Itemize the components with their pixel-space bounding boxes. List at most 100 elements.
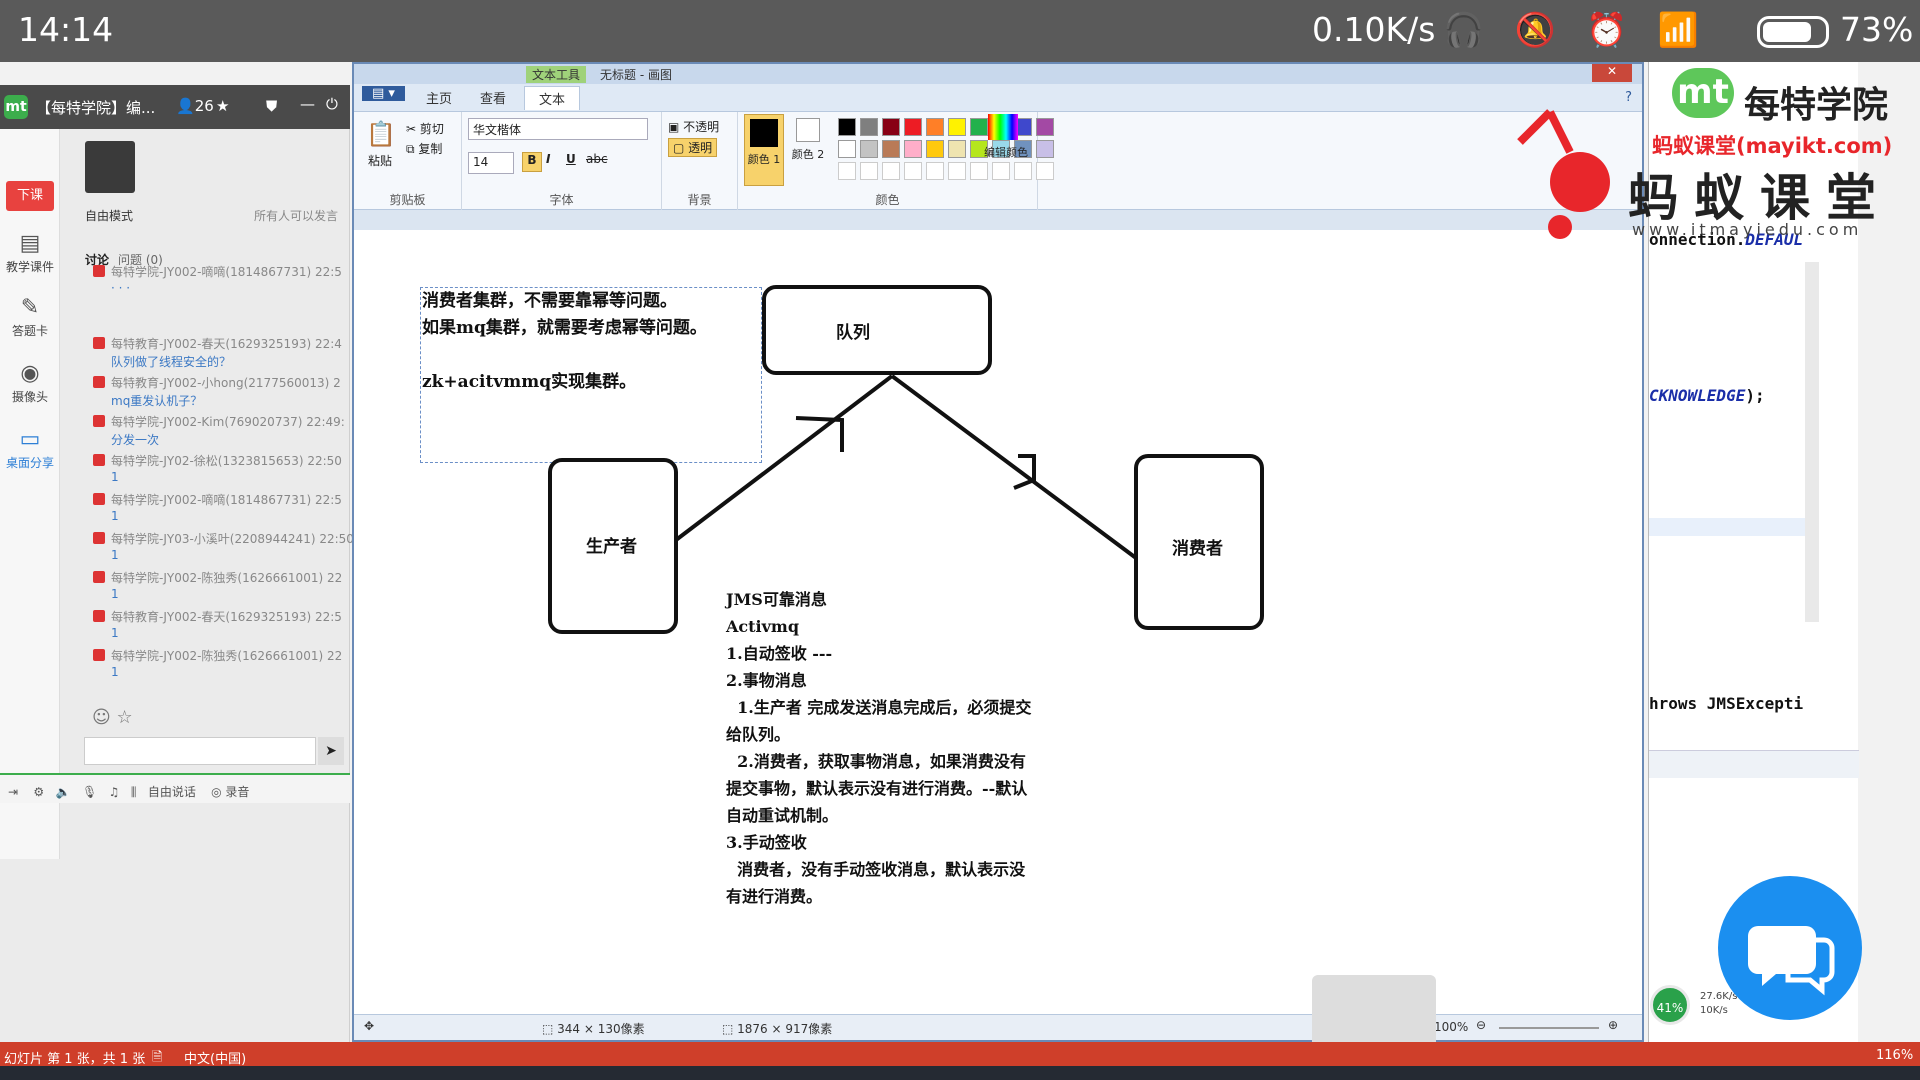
custom-swatch[interactable] <box>882 162 900 180</box>
palette-swatch[interactable] <box>860 118 878 136</box>
custom-swatch[interactable] <box>860 162 878 180</box>
color1-button[interactable]: 颜色 1 <box>744 114 784 186</box>
qq-classroom-panel: mt 【每特学院】编... 👤26 ★ ⛊ — ⏻ 下课 ▤ 教学课件 ✎ 答题卡 … <box>0 85 358 1045</box>
paste-icon[interactable]: 📋 <box>366 120 396 148</box>
chat-message: 1 <box>111 665 119 679</box>
monitor-icon: ▭ <box>19 427 41 452</box>
move-icon: ✥ <box>364 1019 375 1033</box>
gift-icon <box>93 415 105 427</box>
custom-swatch[interactable] <box>904 162 922 180</box>
custom-swatch[interactable] <box>1014 162 1032 180</box>
music-icon[interactable]: ♫ <box>109 785 120 799</box>
settings-icon[interactable]: ⚙ <box>33 785 44 799</box>
member-count: 26 <box>194 97 214 115</box>
strikethrough-button[interactable]: abc <box>586 152 608 166</box>
palette-swatch[interactable] <box>860 140 878 158</box>
teacher-avatar[interactable] <box>85 141 135 193</box>
send-icon[interactable]: ➤ <box>318 737 344 765</box>
custom-swatch[interactable] <box>948 162 966 180</box>
transparent-button[interactable]: ▢ 透明 <box>668 138 718 157</box>
palette-swatch[interactable] <box>838 118 856 136</box>
paint-menu-button[interactable]: ▤ ▾ <box>362 86 405 101</box>
chat-bubble-icon <box>1748 926 1835 996</box>
palette-swatch[interactable] <box>1036 118 1054 136</box>
palette-swatch[interactable] <box>904 118 922 136</box>
paste-button[interactable]: 粘贴 <box>368 152 392 169</box>
custom-swatch[interactable] <box>926 162 944 180</box>
mic-icon[interactable]: 🎙 <box>82 785 97 799</box>
mt-logo-icon: mt <box>4 95 28 119</box>
custom-swatch[interactable] <box>992 162 1010 180</box>
brand-url: www.itmayiedu.com <box>1632 220 1863 239</box>
chat-input[interactable] <box>84 737 316 765</box>
power-icon[interactable]: ⏻ <box>326 95 338 113</box>
edit-colors-icon[interactable] <box>988 114 1018 140</box>
font-family-select[interactable]: 华文楷体 <box>468 118 648 140</box>
zoom-slider[interactable] <box>1499 1027 1599 1029</box>
palette-swatch[interactable] <box>904 140 922 158</box>
nav-camera[interactable]: ◉ 摄像头 <box>0 361 60 405</box>
windows-taskbar <box>0 1066 1920 1080</box>
chat-bubble-button[interactable] <box>1718 876 1862 1020</box>
chat-sender: 每特教育-JY002-春天(1629325193) 22:5 <box>111 610 342 624</box>
nav-courseware[interactable]: ▤ 教学课件 <box>0 231 60 275</box>
tab-view[interactable]: 查看 <box>480 88 506 107</box>
nav-answer-card[interactable]: ✎ 答题卡 <box>0 295 60 339</box>
palette-swatch[interactable] <box>838 140 856 158</box>
palette-swatch[interactable] <box>948 118 966 136</box>
palette-swatch[interactable] <box>970 118 988 136</box>
edit-colors-button[interactable]: 编辑颜色 <box>984 144 1028 160</box>
palette-swatch[interactable] <box>926 118 944 136</box>
custom-swatch[interactable] <box>1036 162 1054 180</box>
palette-swatch[interactable] <box>926 140 944 158</box>
record-button[interactable]: ◎ 录音 <box>211 785 249 799</box>
palette-swatch[interactable] <box>882 140 900 158</box>
tab-text[interactable]: 文本 <box>524 86 581 110</box>
shield-icon[interactable]: ⛊ <box>266 97 277 115</box>
speaker-icon[interactable]: 🔈 <box>56 785 71 799</box>
ppt-zoom: 116% <box>1876 1048 1914 1063</box>
free-talk-button[interactable]: 自由说话 <box>148 785 196 799</box>
battery-icon <box>1757 16 1829 48</box>
tab-home[interactable]: 主页 <box>426 88 452 107</box>
camera-icon: ◉ <box>20 361 40 386</box>
italic-button[interactable]: I <box>546 152 550 166</box>
emoji-icon[interactable]: ☺ ☆ <box>92 707 133 728</box>
jms-notes-text[interactable]: JMS可靠消息 Activmq 1.自动签收 --- 2.事物消息 1.生产者 … <box>726 586 1031 910</box>
custom-swatch[interactable] <box>970 162 988 180</box>
speed-widget[interactable]: 41% <box>1650 985 1690 1025</box>
palette-swatch[interactable] <box>1036 140 1054 158</box>
clock: 14:14 <box>18 10 114 49</box>
arrowhead-1 <box>795 416 844 452</box>
zoom-in-icon[interactable]: ⊕ <box>1608 1018 1618 1032</box>
exit-icon[interactable]: ⇥ <box>8 785 18 799</box>
opaque-button[interactable]: ▣ 不透明 <box>668 118 719 135</box>
cut-button[interactable]: ✂ 剪切 <box>406 120 444 137</box>
custom-swatch[interactable] <box>838 162 856 180</box>
palette-swatch[interactable] <box>882 118 900 136</box>
copy-button[interactable]: ⧉ 复制 <box>406 140 442 157</box>
mode-select[interactable]: 自由模式 <box>85 207 133 224</box>
star-icon[interactable]: ★ <box>216 97 229 115</box>
brand-watermark: mt 每特学院 蚂蚁课堂(mayikt.com) 蚂蚁课堂 www.itmayi… <box>1500 62 1920 252</box>
font-size-select[interactable]: 14 <box>468 152 514 174</box>
palette-swatch[interactable] <box>948 140 966 158</box>
background-group: ▣ 不透明 ▢ 透明 背景 <box>662 112 738 210</box>
paint-canvas[interactable]: 消费者集群，不需要靠幂等问题。 如果mq集群，就需要考虑幂等问题。 zk+aci… <box>366 230 1634 1000</box>
end-class-button[interactable]: 下课 <box>6 181 54 211</box>
gift-icon <box>93 493 105 505</box>
ribbon-tabs: ▤ ▾ 主页 查看 文本 ? <box>354 84 1642 112</box>
underline-button[interactable]: U <box>566 152 576 166</box>
minimize-icon[interactable]: — <box>300 95 315 113</box>
color2-button[interactable]: 颜色 2 <box>788 114 828 186</box>
code-line-2: CKNOWLEDGE); <box>1649 386 1765 405</box>
clipboard-group: 📋 粘贴 ✂ 剪切 ⧉ 复制 剪贴板 <box>354 112 462 210</box>
zoom-out-icon[interactable]: ⊖ <box>1476 1018 1486 1032</box>
chat-sender: 每特学院-JY002-陈独秀(1626661001) 22 <box>111 649 343 663</box>
editor-scrollbar[interactable] <box>1805 262 1819 622</box>
bold-button[interactable]: B <box>522 152 542 172</box>
mixer-icon[interactable]: ⫼ <box>131 785 137 799</box>
chat-sender: 每特学院-JY002-嘀嘀(1814867731) 22:5 <box>111 265 342 279</box>
brand-mayi-small: 蚂蚁课堂(mayikt.com) <box>1652 134 1893 158</box>
nav-desktop-share[interactable]: ▭ 桌面分享 <box>0 427 60 471</box>
